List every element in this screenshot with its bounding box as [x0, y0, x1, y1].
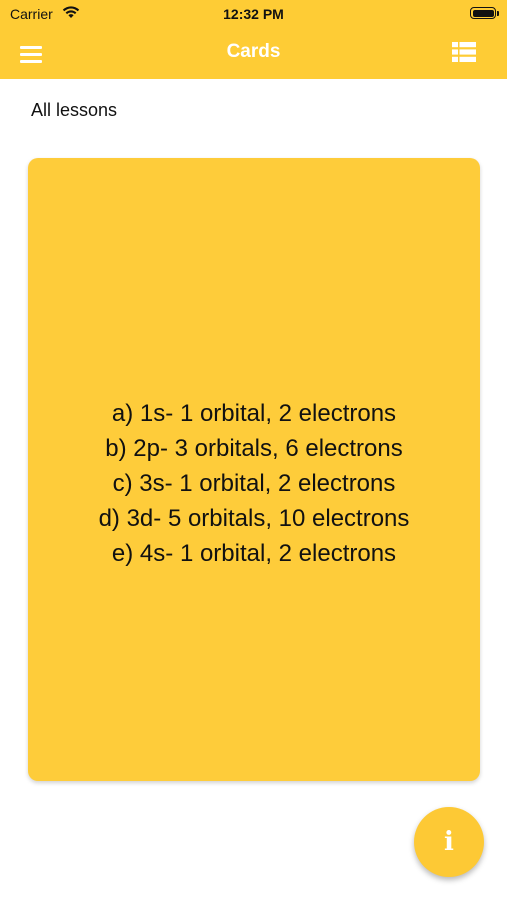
lesson-filter-label[interactable]: All lessons	[31, 100, 117, 121]
status-bar: Carrier 12:32 PM	[0, 0, 507, 28]
page-title: Cards	[226, 41, 281, 62]
card-line: b) 2p- 3 orbitals, 6 electrons	[105, 435, 403, 462]
list-view-icon[interactable]	[452, 42, 476, 62]
flash-card[interactable]: a) 1s- 1 orbital, 2 electrons b) 2p- 3 o…	[28, 158, 480, 781]
status-time: 12:32 PM	[223, 6, 284, 22]
card-answer: a) 1s- 1 orbital, 2 electrons b) 2p- 3 o…	[28, 396, 480, 571]
card-line: e) 4s- 1 orbital, 2 electrons	[111, 540, 397, 567]
card-line: c) 3s- 1 orbital, 2 electrons	[112, 470, 396, 497]
card-line: d) 3d- 5 orbitals, 10 electrons	[98, 505, 410, 532]
top-bar: Carrier 12:32 PM Cards	[0, 0, 507, 79]
info-button[interactable]: i	[414, 807, 484, 877]
info-icon: i	[444, 827, 454, 857]
card-line: a) 1s- 1 orbital, 2 electrons	[111, 400, 397, 427]
battery-icon	[470, 7, 499, 19]
